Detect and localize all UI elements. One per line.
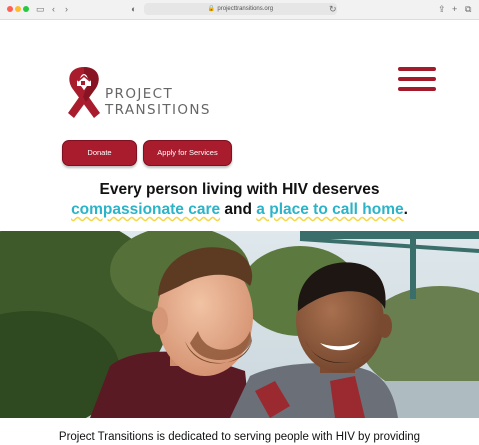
intro-paragraph: Project Transitions is dedicated to serv… [58, 431, 421, 443]
headline-connector: and [224, 201, 252, 218]
headline-period: . [403, 201, 408, 218]
highlight-place-to-call-home: a place to call home [256, 201, 404, 218]
minimize-window-button[interactable] [15, 6, 21, 12]
menu-bar [398, 67, 436, 71]
hero-headline-line1: Every person living with HIV deserves [99, 181, 380, 198]
back-icon[interactable]: ‹ [52, 3, 55, 15]
ribbon-house-icon [68, 67, 100, 118]
apply-for-services-button[interactable]: Apply for Services [143, 140, 232, 166]
privacy-icon[interactable]: ◐ [131, 3, 136, 15]
menu-bar [398, 87, 436, 91]
forward-icon[interactable]: › [65, 3, 68, 15]
hamburger-menu-icon[interactable] [398, 67, 436, 92]
donate-button[interactable]: Donate [62, 140, 137, 166]
address-bar[interactable]: 🔒 projecttransitions.org [144, 3, 337, 15]
reload-icon[interactable]: ↻ [329, 3, 337, 15]
new-tab-icon[interactable]: + [452, 3, 457, 15]
close-window-button[interactable] [7, 6, 13, 12]
logo-wordmark-line2: TRANSITIONS [105, 102, 211, 118]
url-text: projecttransitions.org [217, 6, 274, 12]
share-icon[interactable]: ⇪ [438, 3, 446, 15]
menu-bar [398, 77, 436, 81]
tabs-icon[interactable]: ⧉ [465, 3, 471, 15]
browser-toolbar: ▭ ‹ › ◐ 🔒 projecttransitions.org ↻ ⇪ + ⧉ [0, 0, 479, 20]
hero-photo [0, 231, 479, 418]
sidebar-icon[interactable]: ▭ [36, 3, 45, 15]
logo-wordmark-line1: PROJECT [105, 86, 174, 102]
lock-icon: 🔒 [207, 6, 216, 12]
highlight-compassionate-care: compassionate care [71, 201, 221, 218]
project-transitions-logo[interactable]: PROJECT TRANSITIONS [64, 64, 214, 122]
zoom-window-button[interactable] [23, 6, 29, 12]
hero-headline-line2: compassionate care and a place to call h… [0, 201, 479, 219]
